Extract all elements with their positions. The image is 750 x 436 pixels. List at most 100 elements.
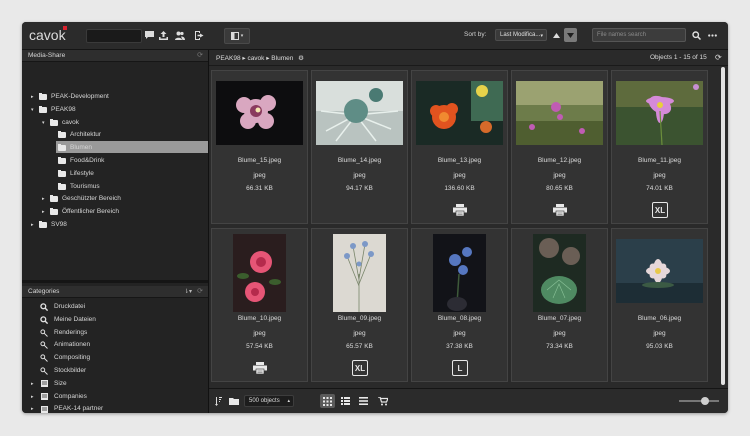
xl-icon[interactable]: XL bbox=[651, 201, 669, 219]
panel-splitter[interactable] bbox=[22, 280, 208, 283]
file-thumbnail[interactable] bbox=[616, 81, 703, 145]
caret-right-icon[interactable]: ▸ bbox=[31, 391, 34, 403]
view-mode-button[interactable]: ▾ bbox=[224, 28, 250, 44]
upload-button[interactable] bbox=[156, 28, 170, 42]
folder-button[interactable] bbox=[226, 394, 241, 408]
file-card[interactable]: Blume_06.jpeg jpeg 95.03 KB bbox=[611, 228, 708, 382]
file-card[interactable]: Blume_07.jpeg jpeg 73.34 KB bbox=[511, 228, 608, 382]
caret-right-icon[interactable]: ▸ bbox=[31, 403, 34, 413]
category-item[interactable]: Druckdatei bbox=[31, 301, 201, 313]
sort-select[interactable]: Last Modifica... ▾ bbox=[495, 29, 547, 41]
printer-icon[interactable] bbox=[251, 359, 269, 377]
sort-toggle-button[interactable] bbox=[211, 394, 226, 408]
file-thumbnail[interactable] bbox=[433, 234, 486, 312]
more-icon bbox=[707, 33, 717, 37]
file-card[interactable]: Blume_13.jpeg jpeg 136.60 KB bbox=[411, 70, 508, 224]
file-thumbnail[interactable] bbox=[516, 81, 603, 145]
scrollbar-thumb[interactable] bbox=[721, 67, 725, 385]
file-card[interactable]: Blume_09.jpeg jpeg 65.57 KB XL bbox=[311, 228, 408, 382]
tree-item[interactable]: Food&Drink bbox=[53, 155, 208, 167]
file-card[interactable]: Blume_15.jpeg jpeg 66.31 KB bbox=[211, 70, 308, 224]
file-thumbnail[interactable] bbox=[416, 81, 503, 145]
tree-item[interactable]: ▸ SV98 bbox=[31, 219, 208, 231]
list-icon bbox=[40, 405, 48, 413]
per-page-select[interactable]: 500 objects ▴ bbox=[244, 395, 294, 407]
file-card[interactable]: Blume_12.jpeg jpeg 80.65 KB bbox=[511, 70, 608, 224]
sort-icon bbox=[215, 396, 222, 406]
category-item[interactable]: ▸ Size bbox=[31, 378, 201, 390]
grid-icon bbox=[323, 396, 332, 406]
caret-right-icon[interactable]: ▸ bbox=[42, 206, 45, 218]
more-button[interactable] bbox=[705, 28, 719, 42]
caret-down-icon[interactable]: ▾ bbox=[31, 104, 34, 116]
l-icon-badge: L bbox=[452, 360, 468, 376]
tree-item[interactable]: Lifestyle bbox=[53, 168, 208, 180]
tree-item[interactable]: Tourismus bbox=[53, 181, 208, 193]
l-icon[interactable]: L bbox=[451, 359, 469, 377]
search-button[interactable] bbox=[689, 28, 703, 42]
top-toolbar: cavok ▾ Sort by: Last Modifica... ▾ File… bbox=[22, 22, 728, 50]
filter-icon[interactable]: ⇂▾ bbox=[184, 286, 192, 298]
sort-ascending-button[interactable] bbox=[551, 29, 562, 41]
chat-button[interactable] bbox=[142, 28, 156, 42]
category-item[interactable]: ▸ PEAK-14 partner bbox=[31, 403, 201, 413]
tree-item[interactable]: ▸ PEAK-Development bbox=[31, 91, 208, 103]
file-thumbnail[interactable] bbox=[333, 234, 386, 312]
gear-icon[interactable]: ⚙ bbox=[298, 55, 304, 62]
category-item[interactable]: Animationen bbox=[31, 339, 201, 351]
caret-right-icon[interactable]: ▸ bbox=[42, 193, 45, 205]
search-icon bbox=[40, 303, 48, 311]
file-card[interactable]: Blume_11.jpeg jpeg 74.01 KB XL bbox=[611, 70, 708, 224]
category-label: PEAK-14 partner bbox=[54, 405, 104, 413]
file-card[interactable]: Blume_10.jpeg jpeg 57.54 KB bbox=[211, 228, 308, 382]
quick-input[interactable] bbox=[86, 29, 142, 43]
tree-item[interactable]: Blumen bbox=[53, 142, 208, 154]
category-item[interactable]: Compositing bbox=[31, 352, 201, 364]
breadcrumb-path[interactable]: PEAK98 ▸ cavok ▸ Blumen bbox=[216, 55, 293, 62]
file-thumbnail[interactable] bbox=[216, 81, 303, 145]
tree-item[interactable]: ▾ PEAK98 bbox=[31, 104, 208, 116]
reload-icon[interactable]: ⟳ bbox=[715, 53, 722, 62]
logout-button[interactable] bbox=[192, 28, 206, 42]
caret-right-icon[interactable]: ▸ bbox=[31, 378, 34, 390]
file-thumbnail[interactable] bbox=[533, 234, 586, 312]
xl-icon-label: XL bbox=[354, 363, 366, 373]
file-card[interactable]: Blume_08.jpeg jpeg 37.38 KB L bbox=[411, 228, 508, 382]
file-thumbnail[interactable] bbox=[616, 239, 703, 303]
breadcrumb[interactable]: PEAK98 ▸ cavok ▸ Blumen ⚙ bbox=[216, 54, 304, 62]
tree-item[interactable]: Architektur bbox=[53, 129, 208, 141]
refresh-icon[interactable]: ⟳ bbox=[197, 286, 203, 298]
tree-item[interactable]: ▸ Geschützter Bereich bbox=[42, 193, 208, 205]
caret-right-icon[interactable]: ▸ bbox=[31, 91, 34, 103]
caret-down-icon[interactable]: ▾ bbox=[42, 117, 45, 129]
file-card[interactable]: Blume_14.jpeg jpeg 94.17 KB bbox=[311, 70, 408, 224]
caret-right-icon[interactable]: ▸ bbox=[31, 219, 34, 231]
zoom-slider[interactable] bbox=[679, 400, 719, 402]
file-thumbnail[interactable] bbox=[316, 81, 403, 145]
list-view-button[interactable] bbox=[338, 394, 353, 408]
file-search-input[interactable]: File names search bbox=[592, 28, 686, 42]
refresh-icon[interactable]: ⟳ bbox=[197, 50, 203, 62]
file-type: jpeg bbox=[253, 330, 266, 337]
grid-view-button[interactable] bbox=[320, 394, 335, 408]
breadcrumb-bar: PEAK98 ▸ cavok ▸ Blumen ⚙ Objects 1 - 15… bbox=[209, 50, 728, 66]
category-label: Renderings bbox=[54, 328, 88, 336]
category-item[interactable]: Renderings bbox=[31, 327, 201, 339]
printer-icon[interactable] bbox=[451, 201, 469, 219]
xl-icon[interactable]: XL bbox=[351, 359, 369, 377]
file-thumbnail[interactable] bbox=[233, 234, 286, 312]
users-button[interactable] bbox=[173, 28, 187, 42]
cart-button[interactable] bbox=[375, 394, 390, 408]
printer-icon[interactable] bbox=[551, 201, 569, 219]
detail-view-button[interactable] bbox=[356, 394, 371, 408]
zoom-slider-knob[interactable] bbox=[701, 397, 709, 405]
sort-descending-button[interactable] bbox=[564, 28, 577, 42]
tree-item[interactable]: ▾ cavok bbox=[42, 117, 208, 129]
objects-count: Objects 1 - 15 of 15 bbox=[650, 54, 707, 61]
category-item[interactable]: Stockbilder bbox=[31, 365, 201, 377]
category-item[interactable]: Meine Dateien bbox=[31, 314, 201, 326]
category-item[interactable]: ▸ Companies bbox=[31, 391, 201, 403]
tree-item[interactable]: ▸ Öffentlicher Bereich bbox=[42, 206, 208, 218]
grid-scrollbar[interactable] bbox=[720, 66, 726, 388]
category-label: Compositing bbox=[54, 354, 91, 362]
